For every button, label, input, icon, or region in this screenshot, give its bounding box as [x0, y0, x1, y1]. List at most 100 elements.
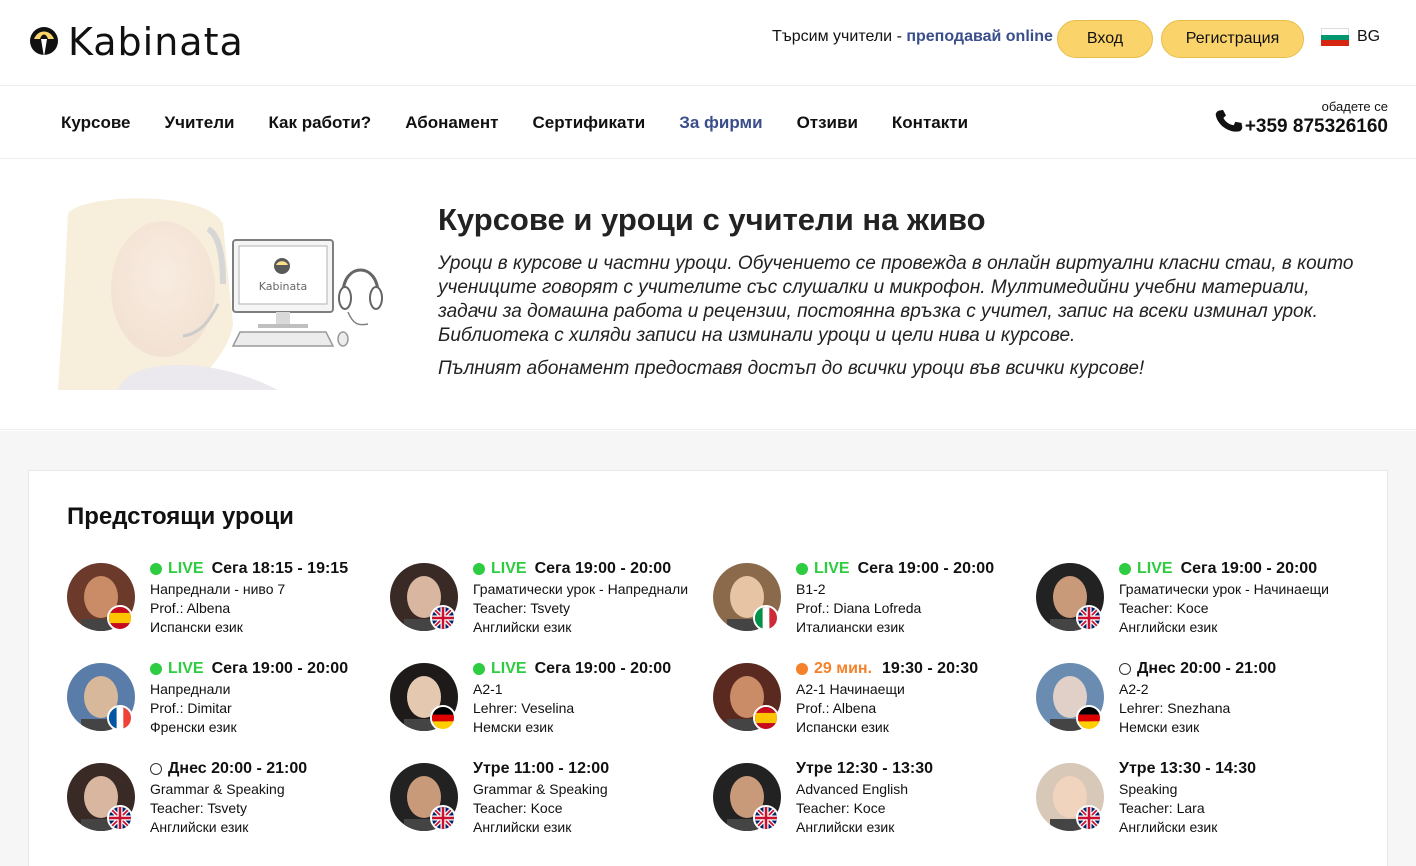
lesson-header: LIVE Сега 19:00 - 20:00 — [150, 660, 348, 678]
gb-flag-icon — [430, 605, 456, 631]
nav-item[interactable]: Курсове — [61, 113, 131, 133]
nav-item[interactable]: Сертификати — [532, 113, 645, 133]
time-prefix: Сега — [1180, 560, 1217, 577]
lesson-item[interactable]: LIVE Сега 19:00 - 20:00 Граматически урок … — [390, 560, 700, 643]
gb-flag-icon — [430, 805, 456, 831]
es-flag-icon — [753, 705, 779, 731]
lesson-language: Немски език — [1119, 719, 1200, 735]
lesson-header: Утре 12:30 - 13:30 — [796, 760, 933, 778]
status-badge: LIVE — [814, 560, 850, 577]
gb-flag-icon — [753, 805, 779, 831]
time-prefix: Сега — [211, 660, 248, 677]
lesson-language: Испански език — [796, 719, 889, 735]
lesson-time: 11:00 - 12:00 — [513, 760, 610, 777]
lesson-item[interactable]: 29 мин. 19:30 - 20:30 A2-1 Начинаещи Prof.:… — [713, 660, 1023, 743]
time-prefix: Утре — [1119, 760, 1156, 777]
login-button[interactable]: Вход — [1057, 20, 1153, 58]
live-indicator-icon — [796, 563, 808, 575]
lesson-item[interactable]: LIVE Сега 19:00 - 20:00 Граматически урок … — [1036, 560, 1346, 643]
lesson-language: Немски език — [473, 719, 554, 735]
lesson-item[interactable]: Утре 12:30 - 13:30 Advanced English Teache… — [713, 760, 1023, 843]
es-flag-icon — [107, 605, 133, 631]
time-prefix: Утре — [796, 760, 833, 777]
nav-item[interactable]: Учители — [165, 113, 235, 133]
lesson-teacher: Teacher: Tsvety — [473, 600, 571, 616]
time-prefix: Сега — [857, 560, 894, 577]
status-badge: 29 мин. — [814, 660, 873, 677]
de-flag-icon — [1076, 705, 1102, 731]
lesson-time: 19:00 - 20:00 — [252, 660, 349, 677]
lesson-teacher: Teacher: Koce — [1119, 600, 1209, 616]
lesson-language: Испански език — [150, 619, 243, 635]
nav-item[interactable]: Отзиви — [797, 113, 858, 133]
lesson-teacher: Teacher: Koce — [796, 800, 886, 816]
phone-contact[interactable]: обадете се +359 875326160 — [1245, 99, 1388, 138]
lesson-level: Граматически урок - Напреднали — [473, 581, 689, 597]
status-badge: LIVE — [491, 660, 527, 677]
lesson-item[interactable]: Утре 13:30 - 14:30 Speaking Teacher: Lara А… — [1036, 760, 1346, 843]
nav-item[interactable]: За фирми — [679, 113, 762, 133]
status-badge: LIVE — [1137, 560, 1173, 577]
time-prefix: Сега — [534, 560, 571, 577]
lesson-item[interactable]: Днес 20:00 - 21:00 Grammar & Speaking Teac… — [67, 760, 377, 843]
hero-subscription-note: Пълният абонамент предоставя достъп до в… — [438, 358, 1145, 379]
lesson-level: Граматически урок - Начинаещи — [1119, 581, 1329, 597]
lesson-language: Френски език — [150, 719, 237, 735]
lesson-header: Днес 20:00 - 21:00 — [1119, 660, 1276, 678]
time-prefix: Сега — [534, 660, 571, 677]
lesson-item[interactable]: LIVE Сега 19:00 - 20:00 Напреднали Prof.: D… — [67, 660, 377, 743]
lesson-language: Английски език — [473, 819, 572, 835]
lesson-language: Английски език — [1119, 619, 1218, 635]
lesson-level: Grammar & Speaking — [150, 781, 285, 797]
lesson-header: 29 мин. 19:30 - 20:30 — [796, 660, 978, 678]
fr-flag-icon — [107, 705, 133, 731]
lesson-level: Напреднали - ниво 7 — [150, 581, 286, 597]
lesson-item[interactable]: LIVE Сега 19:00 - 20:00 A2-1 Lehrer: Veseli… — [390, 660, 700, 743]
lesson-item[interactable]: Утре 11:00 - 12:00 Grammar & Speaking Teac… — [390, 760, 700, 843]
lesson-header: LIVE Сега 18:15 - 19:15 — [150, 560, 348, 578]
it-flag-icon — [753, 605, 779, 631]
lesson-header: LIVE Сега 19:00 - 20:00 — [473, 560, 688, 578]
register-button[interactable]: Регистрация — [1161, 20, 1304, 58]
de-flag-icon — [430, 705, 456, 731]
lesson-language: Английски език — [1119, 819, 1218, 835]
lesson-header: LIVE Сега 19:00 - 20:00 — [1119, 560, 1329, 578]
live-indicator-icon — [150, 563, 162, 575]
nav-item[interactable]: Контакти — [892, 113, 968, 133]
lesson-language: Английски език — [150, 819, 249, 835]
lesson-time: 13:30 - 14:30 — [1159, 760, 1256, 777]
phone-icon — [1215, 109, 1243, 132]
status-badge: LIVE — [491, 560, 527, 577]
recruit-banner: Търсим учители - преподавай online — [772, 28, 1053, 46]
lesson-teacher: Lehrer: Veselina — [473, 700, 575, 716]
top-header: Kabinata Търсим учители - преподавай onl… — [0, 0, 1416, 86]
lesson-header: Утре 13:30 - 14:30 — [1119, 760, 1256, 778]
recruit-link[interactable]: преподавай online — [906, 28, 1053, 45]
lesson-item[interactable]: LIVE Сега 19:00 - 20:00 B1-2 Prof.: Diana L… — [713, 560, 1023, 643]
lesson-header: LIVE Сега 19:00 - 20:00 — [473, 660, 671, 678]
lesson-item[interactable]: LIVE Сега 18:15 - 19:15 Напреднали - ниво … — [67, 560, 377, 643]
nav-item[interactable]: Как работи? — [268, 113, 371, 133]
lesson-time: 19:00 - 20:00 — [575, 660, 672, 677]
lesson-level: A2-1 — [473, 681, 503, 697]
language-code: BG — [1357, 28, 1381, 45]
lesson-language: Италиански език — [796, 619, 905, 635]
scheduled-indicator-icon — [1119, 663, 1131, 675]
lesson-time: 18:15 - 19:15 — [252, 560, 349, 577]
site-logo[interactable]: Kabinata — [28, 20, 244, 64]
lesson-item[interactable]: Днес 20:00 - 21:00 A2-2 Lehrer: Snezhana Не… — [1036, 660, 1346, 743]
language-selector[interactable]: BG — [1321, 28, 1381, 47]
hero-title: Курсове и уроци с учители на живо — [438, 202, 986, 237]
lesson-time: 12:30 - 13:30 — [836, 760, 933, 777]
time-prefix: Сега — [211, 560, 248, 577]
lesson-level: Speaking — [1119, 781, 1178, 797]
recruit-text: Търсим учители - — [772, 28, 907, 45]
lesson-teacher: Prof.: Albena — [796, 700, 877, 716]
logo-text: Kabinata — [68, 20, 244, 64]
lesson-level: Advanced English — [796, 781, 909, 797]
main-nav: Курсове Учители Как работи? Абонамент Сертиф… — [0, 87, 1416, 159]
lesson-time: 19:00 - 20:00 — [898, 560, 995, 577]
nav-item[interactable]: Абонамент — [405, 113, 498, 133]
hero-illustration: Kabinata — [58, 194, 388, 390]
lesson-time: 19:30 - 20:30 — [882, 660, 979, 677]
